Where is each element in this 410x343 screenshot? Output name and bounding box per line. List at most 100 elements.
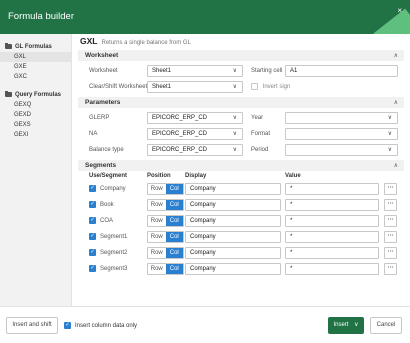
sidebar-section-gl-formulas[interactable]: GL Formulas xyxy=(0,41,71,52)
column-header-value: Value xyxy=(285,173,301,179)
section-title: Parameters xyxy=(85,99,121,106)
segment-use-toggle[interactable]: ✓ Book xyxy=(89,201,114,208)
position-row-option[interactable]: Row xyxy=(148,184,166,194)
insert-and-shift-button[interactable]: Insert and shift xyxy=(6,317,58,334)
position-row-option[interactable]: Row xyxy=(148,232,166,242)
segments-header: Use/Segment Position Display Value xyxy=(78,171,404,181)
value-input[interactable]: * xyxy=(285,215,379,227)
sidebar-item-gexd[interactable]: GEXD xyxy=(0,110,71,120)
position-toggle[interactable]: Row Col xyxy=(147,247,184,259)
check-icon[interactable]: ✓ xyxy=(89,201,96,208)
check-icon[interactable]: ✓ xyxy=(89,217,96,224)
position-col-option[interactable]: Col xyxy=(165,216,183,226)
segment-use-toggle[interactable]: ✓ Company xyxy=(89,185,126,192)
value-input[interactable]: * xyxy=(285,199,379,211)
check-icon[interactable]: ✓ xyxy=(89,185,96,192)
position-toggle[interactable]: Row Col xyxy=(147,263,184,275)
formula-sidebar: GL Formulas GXL GXE GXC Query Formulas G… xyxy=(0,34,72,306)
chevron-up-icon[interactable]: ∧ xyxy=(394,99,398,106)
more-options-icon[interactable]: ··· xyxy=(384,183,397,195)
sidebar-item-gexi[interactable]: GEXI xyxy=(0,130,71,140)
more-options-icon[interactable]: ··· xyxy=(384,247,397,259)
position-col-option[interactable]: Col xyxy=(165,264,183,274)
glerp-select[interactable]: EPICORC_ERP_CD ∨ xyxy=(147,112,243,124)
chevron-down-icon: ∨ xyxy=(387,115,392,121)
segment-name: Segment1 xyxy=(100,233,128,240)
invert-sign-toggle[interactable]: Invert sign xyxy=(251,83,290,90)
position-col-option[interactable]: Col xyxy=(165,200,183,210)
year-select[interactable]: ∨ xyxy=(285,112,398,124)
invert-sign-checkbox[interactable] xyxy=(251,83,258,90)
check-icon[interactable]: ✓ xyxy=(89,249,96,256)
position-row-option[interactable]: Row xyxy=(148,264,166,274)
value-input[interactable]: * xyxy=(285,183,379,195)
value-input[interactable]: * xyxy=(285,247,379,259)
segment-row: ✓ Segment1 Row Col Company * ··· xyxy=(78,229,404,245)
display-input[interactable]: Company xyxy=(185,247,281,259)
sidebar-section-query-formulas[interactable]: Query Formulas xyxy=(0,89,71,100)
position-col-option[interactable]: Col xyxy=(165,184,183,194)
segment-use-toggle[interactable]: ✓ Segment2 xyxy=(89,249,127,256)
check-icon[interactable]: ✓ xyxy=(89,233,96,240)
more-options-icon[interactable]: ··· xyxy=(384,263,397,275)
function-header: GXL Returns a single balance from GL xyxy=(78,36,404,50)
column-header-position: Position xyxy=(147,173,171,179)
worksheet-select[interactable]: Sheet1 ∨ xyxy=(147,65,243,77)
sidebar-item-gexs[interactable]: GEXS xyxy=(0,120,71,130)
position-toggle[interactable]: Row Col xyxy=(147,215,184,227)
starting-cell-input[interactable]: A1 xyxy=(285,65,398,77)
position-row-option[interactable]: Row xyxy=(148,200,166,210)
check-icon[interactable]: ✓ xyxy=(64,322,71,329)
chevron-down-icon: ∨ xyxy=(387,131,392,137)
na-select-value: EPICORC_ERP_CD xyxy=(152,131,208,137)
dialog-title: Formula builder xyxy=(8,11,74,22)
check-icon[interactable]: ✓ xyxy=(89,265,96,272)
clear-shift-select[interactable]: Sheet1 ∨ xyxy=(147,81,243,93)
display-input[interactable]: Company xyxy=(185,199,281,211)
cancel-button[interactable]: Cancel xyxy=(370,317,402,334)
position-row-option[interactable]: Row xyxy=(148,216,166,226)
balance-type-select[interactable]: EPICORC_ERP_CD ∨ xyxy=(147,144,243,156)
worksheet-label: Worksheet xyxy=(89,68,118,74)
display-input[interactable]: Company xyxy=(185,231,281,243)
chevron-up-icon[interactable]: ∧ xyxy=(394,162,398,169)
chevron-down-icon: ∨ xyxy=(354,322,359,328)
folder-icon xyxy=(5,91,12,97)
insert-column-data-toggle[interactable]: ✓ Insert column data only xyxy=(64,322,137,329)
chevron-down-icon: ∨ xyxy=(232,84,237,90)
segment-use-toggle[interactable]: ✓ COA xyxy=(89,217,113,224)
section-segments[interactable]: Segments ∧ xyxy=(78,160,404,171)
position-row-option[interactable]: Row xyxy=(148,248,166,258)
display-input[interactable]: Company xyxy=(185,183,281,195)
close-icon[interactable]: × xyxy=(397,6,402,15)
position-toggle[interactable]: Row Col xyxy=(147,199,184,211)
more-options-icon[interactable]: ··· xyxy=(384,231,397,243)
sidebar-item-gxl[interactable]: GXL xyxy=(0,52,71,62)
sidebar-item-gxc[interactable]: GXC xyxy=(0,72,71,82)
segment-use-toggle[interactable]: ✓ Segment1 xyxy=(89,233,127,240)
more-options-icon[interactable]: ··· xyxy=(384,215,397,227)
glerp-select-value: EPICORC_ERP_CD xyxy=(152,115,208,121)
value-input[interactable]: * xyxy=(285,263,379,275)
position-toggle[interactable]: Row Col xyxy=(147,231,184,243)
sidebar-item-gexq[interactable]: GEXQ xyxy=(0,100,71,110)
display-input[interactable]: Company xyxy=(185,215,281,227)
period-select[interactable]: ∨ xyxy=(285,144,398,156)
value-input[interactable]: * xyxy=(285,231,379,243)
section-worksheet[interactable]: Worksheet ∧ xyxy=(78,50,404,61)
section-parameters[interactable]: Parameters ∧ xyxy=(78,97,404,108)
display-input[interactable]: Company xyxy=(185,263,281,275)
segment-use-toggle[interactable]: ✓ Segment3 xyxy=(89,265,127,272)
insert-button-label: Insert xyxy=(333,322,349,328)
position-col-option[interactable]: Col xyxy=(165,232,183,242)
chevron-up-icon[interactable]: ∧ xyxy=(394,52,398,59)
position-col-option[interactable]: Col xyxy=(165,248,183,258)
na-select[interactable]: EPICORC_ERP_CD ∨ xyxy=(147,128,243,140)
section-title: Worksheet xyxy=(85,52,119,59)
more-options-icon[interactable]: ··· xyxy=(384,199,397,211)
insert-button[interactable]: Insert ∨ xyxy=(328,317,364,334)
position-toggle[interactable]: Row Col xyxy=(147,183,184,195)
sidebar-item-gxe[interactable]: GXE xyxy=(0,62,71,72)
chevron-down-icon: ∨ xyxy=(387,147,392,153)
format-select[interactable]: ∨ xyxy=(285,128,398,140)
